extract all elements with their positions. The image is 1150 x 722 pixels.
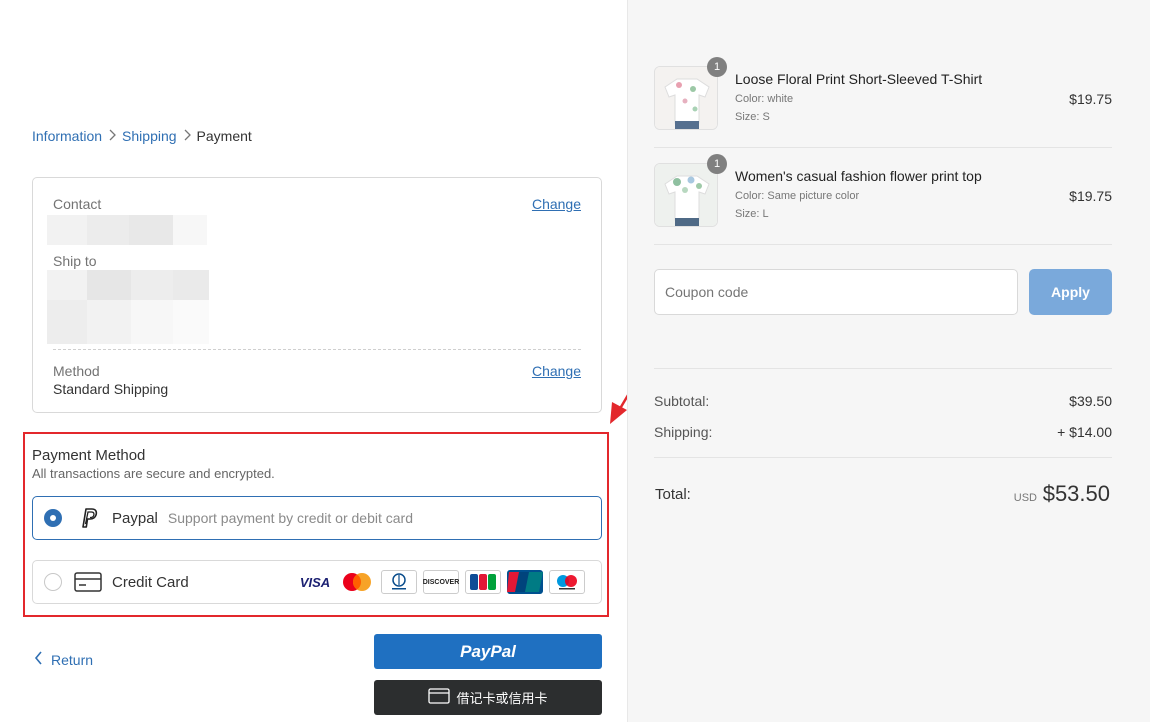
unionpay-logo	[507, 570, 543, 594]
breadcrumb: Information Shipping Payment	[32, 128, 252, 144]
paypal-description: Support payment by credit or debit card	[167, 510, 414, 526]
card-logos: VISA DISCOVER	[297, 570, 585, 594]
discover-logo: DISCOVER	[423, 570, 459, 594]
coupon-code-input[interactable]	[654, 269, 1018, 315]
mastercard-logo	[339, 570, 375, 594]
summary-divider	[654, 368, 1112, 369]
cart-item: 1 Women's casual fashion flower print to…	[654, 148, 1112, 245]
chevron-right-icon	[183, 129, 191, 144]
method-value: Standard Shipping	[53, 381, 169, 397]
subtotal-value: $39.50	[1069, 393, 1112, 409]
quantity-badge: 1	[707, 57, 727, 77]
breadcrumb-shipping[interactable]: Shipping	[122, 128, 177, 144]
checkout-main-panel: Information Shipping Payment Contact Cha…	[0, 0, 627, 722]
product-color: Color: Same picture color	[735, 190, 860, 202]
payment-option-credit-card[interactable]: Credit Card VISA DISCOVER	[32, 560, 602, 604]
product-name: Women's casual fashion flower print top	[735, 168, 982, 184]
product-thumbnail	[654, 163, 718, 227]
change-method-link[interactable]: Change	[532, 363, 581, 379]
jcb-logo	[465, 570, 501, 594]
order-summary-panel: 1 Loose Floral Print Short-Sleeved T-Shi…	[627, 0, 1150, 722]
shipping-label: Shipping:	[654, 424, 713, 440]
order-info-box: Contact Change Ship to Method Change Sta…	[32, 177, 602, 413]
paypal-icon	[74, 506, 102, 530]
paypal-label: Paypal	[112, 509, 158, 527]
quantity-badge: 1	[707, 154, 727, 174]
credit-card-radio[interactable]	[44, 573, 62, 591]
total-label: Total:	[655, 486, 691, 503]
subtotal-label: Subtotal:	[654, 393, 710, 409]
product-price: $19.75	[1069, 188, 1112, 204]
payment-method-title: Payment Method	[32, 447, 146, 464]
return-label: Return	[51, 651, 94, 668]
shipping-value: + $14.00	[1057, 424, 1112, 440]
return-link[interactable]: Return	[34, 651, 93, 668]
cart-item: 1 Loose Floral Print Short-Sleeved T-Shi…	[654, 51, 1112, 148]
breadcrumb-information[interactable]: Information	[32, 128, 102, 144]
total-currency: USD	[1013, 492, 1037, 504]
chevron-right-icon	[108, 129, 116, 144]
payment-method-subtitle: All transactions are secure and encrypte…	[32, 466, 275, 481]
contact-label: Contact	[53, 196, 102, 212]
product-price: $19.75	[1069, 91, 1112, 107]
paypal-radio[interactable]	[44, 509, 62, 527]
diners-club-logo	[381, 570, 417, 594]
ship-to-label: Ship to	[53, 253, 97, 269]
product-size: Size: S	[735, 111, 770, 123]
debit-credit-card-button[interactable]: 借记卡或信用卡	[374, 680, 602, 715]
breadcrumb-payment: Payment	[196, 128, 252, 144]
visa-logo: VISA	[297, 570, 333, 594]
paypal-checkout-button[interactable]: PayPal	[374, 634, 602, 669]
debit-button-label: 借记卡或信用卡	[456, 691, 548, 706]
total-divider	[654, 457, 1112, 458]
credit-card-label: Credit Card	[112, 573, 189, 591]
change-contact-link[interactable]: Change	[532, 196, 581, 212]
chevron-left-icon	[34, 651, 43, 668]
apply-coupon-button[interactable]: Apply	[1029, 269, 1112, 315]
info-divider	[53, 349, 581, 350]
card-icon	[428, 688, 451, 707]
product-size: Size: L	[735, 208, 769, 220]
credit-card-icon	[74, 570, 102, 594]
total-value: $53.50	[1042, 481, 1110, 506]
method-label: Method	[53, 363, 100, 379]
product-color: Color: white	[735, 93, 794, 105]
maestro-logo	[549, 570, 585, 594]
payment-option-paypal[interactable]: Paypal Support payment by credit or debi…	[32, 496, 602, 540]
shipping-row: Shipping: + $14.00	[654, 424, 1112, 440]
product-thumbnail	[654, 66, 718, 130]
subtotal-row: Subtotal: $39.50	[654, 393, 1112, 409]
product-name: Loose Floral Print Short-Sleeved T-Shirt	[735, 71, 983, 87]
